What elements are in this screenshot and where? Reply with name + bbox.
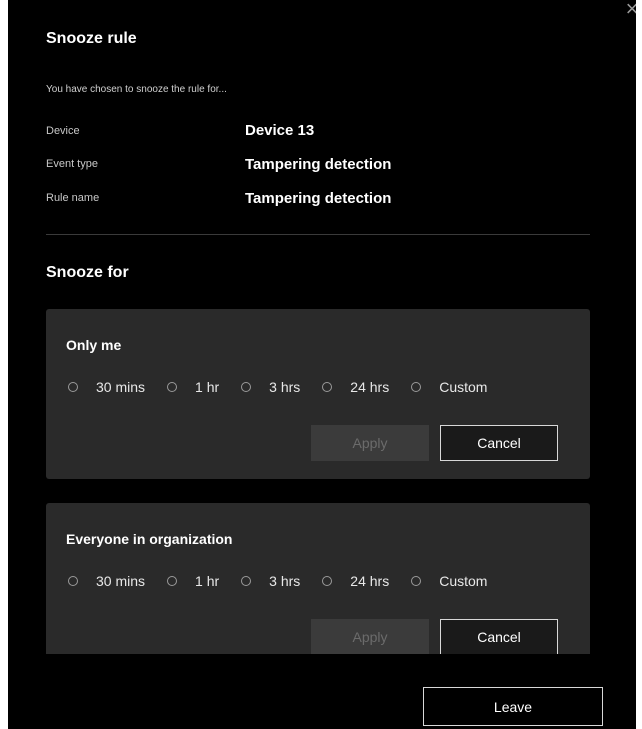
only-me-option-1-hr[interactable]: 1 hr (167, 379, 219, 395)
everyone-title: Everyone in organization (66, 531, 233, 547)
only-me-option-3-hrs[interactable]: 3 hrs (241, 379, 300, 395)
intro-text: You have chosen to snooze the rule for..… (46, 84, 227, 95)
only-me-card: Only me 30 mins 1 hr 3 hrs 24 hrs Custom… (46, 309, 590, 479)
option-label: 24 hrs (350, 379, 390, 395)
radio-icon[interactable] (411, 382, 422, 392)
dialog-title: Snooze rule (46, 30, 137, 47)
only-me-option-custom[interactable]: Custom (411, 379, 487, 395)
option-label: 24 hrs (350, 573, 390, 589)
everyone-option-24-hrs[interactable]: 24 hrs (322, 573, 389, 589)
everyone-apply-button[interactable]: Apply (311, 619, 429, 655)
option-label: Custom (439, 573, 488, 589)
everyone-cancel-button[interactable]: Cancel (440, 619, 558, 655)
only-me-option-30-mins[interactable]: 30 mins (68, 379, 145, 395)
everyone-option-3-hrs[interactable]: 3 hrs (241, 573, 300, 589)
everyone-option-custom[interactable]: Custom (411, 573, 487, 589)
leave-button[interactable]: Leave (423, 687, 603, 726)
only-me-duration-options: 30 mins 1 hr 3 hrs 24 hrs Custom (68, 379, 588, 395)
only-me-apply-button[interactable]: Apply (311, 425, 429, 461)
radio-icon[interactable] (167, 576, 178, 586)
option-label: 3 hrs (269, 573, 301, 589)
device-label: Device (46, 125, 80, 137)
everyone-card: Everyone in organization 30 mins 1 hr 3 … (46, 503, 590, 673)
option-label: Custom (439, 379, 488, 395)
radio-icon[interactable] (241, 576, 252, 586)
rule-name-label: Rule name (46, 192, 100, 204)
divider (46, 234, 590, 235)
snooze-rule-dialog: × Snooze rule You have chosen to snooze … (8, 0, 636, 729)
option-label: 3 hrs (269, 379, 301, 395)
option-label: 1 hr (195, 573, 220, 589)
radio-icon[interactable] (322, 576, 333, 586)
only-me-cancel-button[interactable]: Cancel (440, 425, 558, 461)
option-label: 30 mins (96, 379, 146, 395)
everyone-option-1-hr[interactable]: 1 hr (167, 573, 219, 589)
radio-icon[interactable] (322, 382, 333, 392)
radio-icon[interactable] (241, 382, 252, 392)
radio-icon[interactable] (411, 576, 422, 586)
option-label: 1 hr (195, 379, 220, 395)
only-me-option-24-hrs[interactable]: 24 hrs (322, 379, 389, 395)
only-me-title: Only me (66, 337, 122, 353)
close-icon[interactable]: × (620, 0, 636, 22)
radio-icon[interactable] (167, 382, 178, 392)
radio-icon[interactable] (68, 576, 78, 586)
rule-name-value: Tampering detection (245, 190, 392, 207)
event-type-value: Tampering detection (245, 156, 392, 173)
everyone-option-30-mins[interactable]: 30 mins (68, 573, 145, 589)
everyone-duration-options: 30 mins 1 hr 3 hrs 24 hrs Custom (68, 573, 588, 589)
event-type-label: Event type (46, 158, 98, 170)
device-value: Device 13 (245, 122, 315, 139)
option-label: 30 mins (96, 573, 146, 589)
snooze-for-heading: Snooze for (46, 264, 129, 281)
radio-icon[interactable] (68, 382, 78, 392)
